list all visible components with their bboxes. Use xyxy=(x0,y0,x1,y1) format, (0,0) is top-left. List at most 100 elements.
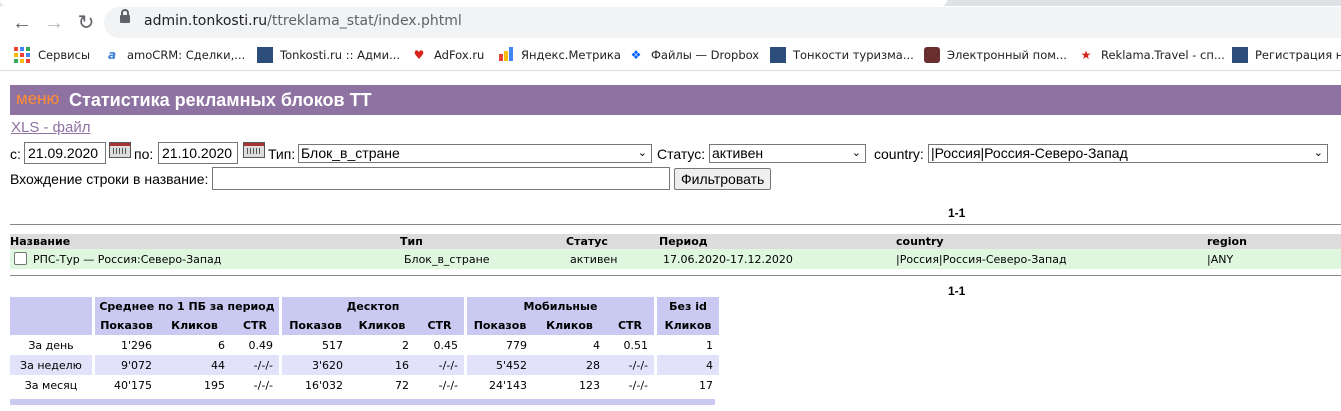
page-header: меню Статистика рекламных блоков ТТ xyxy=(10,85,1341,115)
calendar-icon[interactable] xyxy=(109,142,131,158)
bookmarks-bar: Сервисы a amoCRM: Сделки,... Tonkosti.ru … xyxy=(0,42,1341,68)
row-checkbox[interactable] xyxy=(14,252,27,265)
page-title: Статистика рекламных блоков ТТ xyxy=(69,90,372,110)
forward-arrow-icon[interactable]: → xyxy=(40,9,68,37)
back-arrow-icon[interactable]: ← xyxy=(8,9,36,37)
bookmark-reklama-travel[interactable]: ★ Reklama.Travel - сп... xyxy=(1078,46,1225,64)
row-status: активен xyxy=(566,249,659,269)
chevron-down-icon: ⌄ xyxy=(637,147,647,159)
group-noid: Без id xyxy=(654,297,719,316)
cell: 3'620 xyxy=(279,355,349,375)
cell: 517 xyxy=(279,335,349,355)
bookmark-tonkosti-admin[interactable]: Tonkosti.ru :: Адми... xyxy=(257,46,400,64)
menu-link[interactable]: меню xyxy=(14,89,61,109)
divider xyxy=(10,275,1341,276)
amocrm-icon: a xyxy=(107,48,117,62)
tonkosti-icon xyxy=(1232,47,1248,63)
results-table: Название Тип Статус Период country regio… xyxy=(10,234,1341,269)
star-icon: ★ xyxy=(1080,48,1092,62)
stats-table: Среднее по 1 ПБ за период Десктоп Мобиль… xyxy=(10,297,719,395)
briefcase-icon xyxy=(924,47,940,63)
reload-icon[interactable]: ↻ xyxy=(72,9,100,37)
sub-clicks: Кликов xyxy=(533,316,606,335)
stats-row-week: За неделю 9'072 44 -/-/- 3'620 16 -/-/- … xyxy=(10,355,719,375)
name-filter-label: Вхождение строки в название: xyxy=(10,171,209,187)
stats-sub-header: Показов Кликов CTR Показов Кликов CTR По… xyxy=(10,316,719,335)
date-from-input[interactable]: 21.09.2020 xyxy=(24,142,106,164)
bookmark-metrika[interactable]: Яндекс.Метрика xyxy=(498,46,621,64)
calendar-icon[interactable] xyxy=(243,142,265,158)
metrika-icon xyxy=(498,47,514,63)
row-country: |Россия|Россия-Северо-Запад xyxy=(896,249,1207,269)
address-bar[interactable]: admin.tonkosti.ru/ttreklama_stat/index.p… xyxy=(104,7,1341,38)
type-label: Тип: xyxy=(268,146,296,162)
sub-impressions: Показов xyxy=(464,316,533,335)
col-period: Период xyxy=(659,234,896,249)
url-text: admin.tonkosti.ru/ttreklama_stat/index.p… xyxy=(144,13,462,29)
sub-clicks: Кликов xyxy=(654,316,719,335)
from-label: с: xyxy=(10,146,21,162)
row-label: За день xyxy=(10,335,92,355)
stats-footer xyxy=(10,399,715,405)
sub-impressions: Показов xyxy=(279,316,349,335)
country-select[interactable]: |Россия|Россия-Северо-Запад ⌄ xyxy=(928,144,1328,163)
cell: -/-/- xyxy=(606,355,654,375)
browser-toolbar: ← → ↻ admin.tonkosti.ru/ttreklama_stat/i… xyxy=(0,6,1341,40)
row-label: За месяц xyxy=(10,375,92,395)
cell: 0.45 xyxy=(415,335,464,355)
cell: 9'072 xyxy=(92,355,158,375)
cell: 4 xyxy=(533,335,606,355)
table-row[interactable]: РПС-Тур — Россия:Северо-Запад Блок_в_стр… xyxy=(10,249,1341,269)
divider xyxy=(0,70,1341,71)
cell: -/-/- xyxy=(415,355,464,375)
lock-icon xyxy=(120,9,130,23)
cell: -/-/- xyxy=(231,375,279,395)
apps-icon xyxy=(14,47,30,63)
dropbox-icon: ❖ xyxy=(630,48,642,62)
sub-ctr: CTR xyxy=(415,316,464,335)
group-mobile: Мобильные xyxy=(464,297,654,316)
cell: 0.51 xyxy=(606,335,654,355)
cell: 28 xyxy=(533,355,606,375)
table-header: Название Тип Статус Период country regio… xyxy=(10,234,1341,249)
cell: 44 xyxy=(158,355,231,375)
cell: 6 xyxy=(158,335,231,355)
country-label: country: xyxy=(874,146,924,162)
divider xyxy=(10,224,1341,225)
cell: 195 xyxy=(158,375,231,395)
pagination: 1-1 xyxy=(948,284,966,298)
stats-row-day: За день 1'296 6 0.49 517 2 0.45 779 4 0.… xyxy=(10,335,719,355)
row-period: 17.06.2020-17.12.2020 xyxy=(659,249,896,269)
tonkosti-icon xyxy=(257,47,273,63)
cell: 1'296 xyxy=(92,335,158,355)
type-select[interactable]: Блок_в_стране ⌄ xyxy=(298,144,652,163)
bookmark-amocrm[interactable]: a amoCRM: Сделки,... xyxy=(104,46,245,64)
cell: -/-/- xyxy=(231,355,279,375)
xls-file-link[interactable]: XLS - файл xyxy=(11,119,91,136)
cell: 2 xyxy=(349,335,415,355)
bookmark-dropbox[interactable]: ❖ Файлы — Dropbox xyxy=(628,46,760,64)
cell: 1 xyxy=(654,335,719,355)
bookmark-tonkosti-tourism[interactable]: Тонкости туризма... xyxy=(770,46,914,64)
stats-group-header: Среднее по 1 ПБ за период Десктоп Мобиль… xyxy=(10,297,719,335)
stats-corner xyxy=(10,297,92,335)
cell: 4 xyxy=(654,355,719,375)
filter-button[interactable]: Фильтровать xyxy=(674,168,772,190)
bookmark-services[interactable]: Сервисы xyxy=(14,46,90,64)
cell: 17 xyxy=(654,375,719,395)
row-label: За неделю xyxy=(10,355,92,375)
row-type: Блок_в_стране xyxy=(400,249,566,269)
col-region: region xyxy=(1207,234,1341,249)
sub-clicks: Кликов xyxy=(158,316,231,335)
bookmark-adfox[interactable]: ♥ AdFox.ru xyxy=(411,46,485,64)
status-select[interactable]: активен ⌄ xyxy=(709,144,866,163)
to-label: по: xyxy=(134,146,154,162)
date-to-input[interactable]: 21.10.2020 xyxy=(158,142,238,164)
bookmark-registration[interactable]: Регистрация но xyxy=(1232,46,1341,64)
bookmark-electronic[interactable]: Электронный пом... xyxy=(924,46,1067,64)
row-name[interactable]: РПС-Тур — Россия:Северо-Запад xyxy=(33,253,221,266)
name-filter-input[interactable] xyxy=(212,167,670,190)
sub-clicks: Кликов xyxy=(349,316,415,335)
cell: 16 xyxy=(349,355,415,375)
col-country: country xyxy=(896,234,1207,249)
